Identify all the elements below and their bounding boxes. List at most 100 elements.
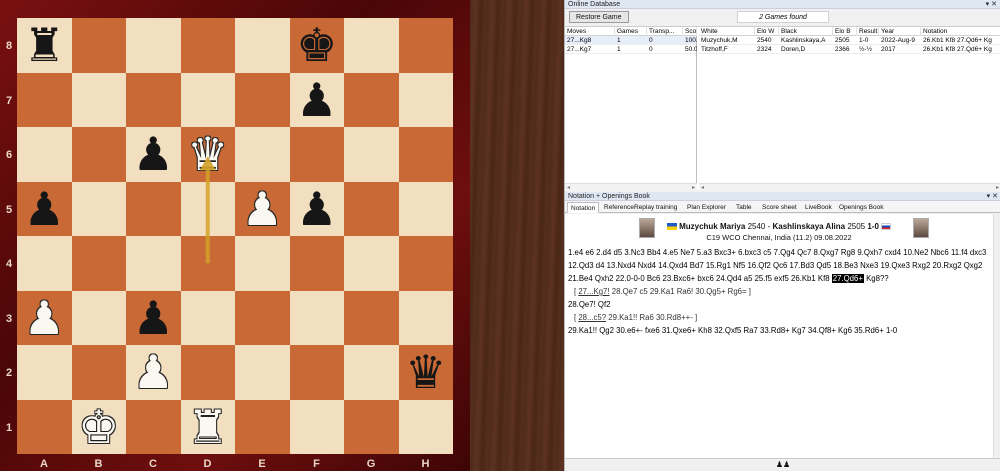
square-e3[interactable]: [235, 290, 290, 345]
square-d3[interactable]: [180, 290, 235, 345]
tab-table[interactable]: Table: [733, 202, 755, 213]
black-pawn-f7[interactable]: ♟: [290, 73, 345, 128]
moves-notation[interactable]: 1.e4 e6 2.d4 d5 3.Nc3 Bb4 4.e5 Ne7 5.a3 …: [568, 246, 988, 337]
games-table[interactable]: White Elo W Black Elo B Result Year Notation M…: [699, 27, 1000, 191]
square-g8[interactable]: [344, 18, 399, 73]
square-h7[interactable]: [398, 72, 453, 127]
square-h6[interactable]: [398, 127, 453, 182]
white-pawn-a3[interactable]: ♟: [17, 291, 72, 346]
variation-2-moves[interactable]: 29.Ka1!! Ra6 30.Rd8++-: [608, 313, 693, 322]
notation-pane-controls[interactable]: ▾ ✕: [987, 192, 998, 201]
tab-notation[interactable]: Notation: [567, 202, 600, 213]
square-f6[interactable]: [289, 127, 344, 182]
square-e5[interactable]: ♟: [235, 181, 290, 237]
square-d4[interactable]: [180, 236, 235, 291]
square-e2[interactable]: [235, 345, 290, 400]
square-d8[interactable]: [180, 18, 235, 73]
moves-col-header[interactable]: Scor: [683, 27, 697, 36]
square-g1[interactable]: [344, 399, 399, 454]
black-pawn-a5[interactable]: ♟: [17, 182, 72, 237]
notation-vscrollbar[interactable]: [993, 214, 1000, 458]
square-b4[interactable]: [71, 236, 126, 291]
square-a1[interactable]: [17, 399, 72, 454]
square-b2[interactable]: [71, 345, 126, 400]
square-e1[interactable]: [235, 399, 290, 454]
square-a2[interactable]: [17, 345, 72, 400]
square-g5[interactable]: [344, 181, 399, 236]
square-b5[interactable]: [71, 181, 126, 236]
games-col-header[interactable]: Year: [879, 27, 921, 36]
tab-replay-training[interactable]: Replay training: [631, 202, 680, 213]
black-king-f8[interactable]: ♚: [290, 18, 345, 73]
black-pawn-c6[interactable]: ♟: [126, 127, 181, 182]
tab-score-sheet[interactable]: Score sheet: [759, 202, 800, 213]
white-pawn-c2[interactable]: ♟: [126, 345, 181, 400]
square-e8[interactable]: [235, 18, 290, 73]
square-h3[interactable]: [398, 290, 453, 345]
restore-game-button[interactable]: Restore Game: [569, 11, 629, 23]
white-pawn-e5[interactable]: ♟: [235, 182, 290, 237]
square-g6[interactable]: [344, 127, 399, 182]
square-g3[interactable]: [344, 290, 399, 345]
black-rook-a8[interactable]: ♜: [17, 18, 72, 73]
square-a3[interactable]: ♟: [17, 290, 72, 346]
square-b1[interactable]: ♚: [71, 399, 127, 455]
online-db-pane-controls[interactable]: ▾ ✕: [986, 0, 997, 9]
square-c4[interactable]: [126, 236, 181, 291]
square-a5[interactable]: ♟: [17, 181, 72, 237]
square-d7[interactable]: [180, 72, 235, 127]
moves-table-row[interactable]: 27...Kg7 1 0 50.0: [565, 45, 697, 54]
square-h1[interactable]: [398, 399, 453, 454]
games-col-header[interactable]: White: [699, 27, 755, 36]
black-pawn-c3[interactable]: ♟: [126, 291, 181, 346]
square-a4[interactable]: [17, 236, 72, 291]
white-king-b1[interactable]: ♚: [72, 400, 127, 455]
square-f1[interactable]: [289, 399, 344, 454]
square-f2[interactable]: [289, 345, 344, 400]
white-queen-d6[interactable]: ♛: [181, 127, 236, 182]
current-move[interactable]: 27.Qd6+: [831, 274, 864, 283]
variation-1-moves[interactable]: 28.Qe7 c5 29.Ka1 Ra6! 30.Qg5+ Rg6=: [612, 287, 747, 296]
square-e7[interactable]: [235, 72, 290, 127]
moves-col-header[interactable]: Games: [615, 27, 647, 36]
square-c1[interactable]: [126, 399, 181, 454]
square-a8[interactable]: ♜: [17, 18, 72, 73]
square-d1[interactable]: ♜: [180, 399, 236, 455]
square-f4[interactable]: [289, 236, 344, 291]
games-col-header[interactable]: Black: [779, 27, 833, 36]
games-col-header[interactable]: Elo B: [833, 27, 857, 36]
chess-board[interactable]: ♜ ♚ ♟ ♟ ♛ ♟ ♟ ♟ ♟ ♟ ♟ ♛ ♚ ♜: [17, 18, 453, 454]
square-e6[interactable]: [235, 127, 290, 182]
square-c6[interactable]: ♟: [126, 127, 181, 182]
main-line-3[interactable]: 29.Ka1!! Qg2 30.e6+- fxe6 31.Qxe6+ Kh8 3…: [568, 324, 988, 337]
moves-col-header[interactable]: Transp...: [647, 27, 683, 36]
games-col-header[interactable]: Result: [857, 27, 879, 36]
square-c5[interactable]: [126, 181, 181, 236]
games-col-header[interactable]: Elo W: [755, 27, 779, 36]
square-g4[interactable]: [344, 236, 399, 291]
square-c8[interactable]: [126, 18, 181, 73]
square-h2[interactable]: ♛: [398, 345, 453, 400]
square-b7[interactable]: [71, 72, 126, 127]
square-f3[interactable]: [289, 290, 344, 345]
square-g2[interactable]: [344, 345, 399, 400]
moves-table-row[interactable]: 27...Kg8 1 0 100.: [565, 36, 697, 45]
moves-after-current[interactable]: Kg8??: [866, 274, 889, 283]
black-pawn-f5[interactable]: ♟: [290, 182, 345, 237]
variation-2[interactable]: [ 28...c5? 29.Ka1!! Ra6 30.Rd8++- ]: [568, 311, 988, 324]
square-b6[interactable]: [71, 127, 126, 182]
variation-2-first-move[interactable]: 28...c5?: [578, 313, 606, 322]
square-a7[interactable]: [17, 72, 72, 127]
square-c3[interactable]: ♟: [126, 290, 181, 346]
moves-before-current[interactable]: 1.e4 e6 2.d4 d5 3.Nc3 Bb4 4.e5 Ne7 5.a3 …: [568, 248, 986, 283]
square-b3[interactable]: [71, 290, 126, 345]
games-table-row[interactable]: Titzhoff,F 2324 Doren,D 2366 ½-½ 2017 26.Kb1 K…: [699, 45, 1000, 54]
square-a6[interactable]: [17, 127, 72, 182]
square-d6[interactable]: ♛: [180, 127, 236, 182]
games-col-header[interactable]: Notation: [921, 27, 1000, 36]
variation-1-first-move[interactable]: 27...Kg7!: [578, 287, 609, 296]
square-h4[interactable]: [398, 236, 453, 291]
variation-1[interactable]: [ 27...Kg7! 28.Qe7 c5 29.Ka1 Ra6! 30.Qg5…: [568, 285, 988, 298]
square-g7[interactable]: [344, 72, 399, 127]
white-rook-d1[interactable]: ♜: [181, 400, 236, 455]
